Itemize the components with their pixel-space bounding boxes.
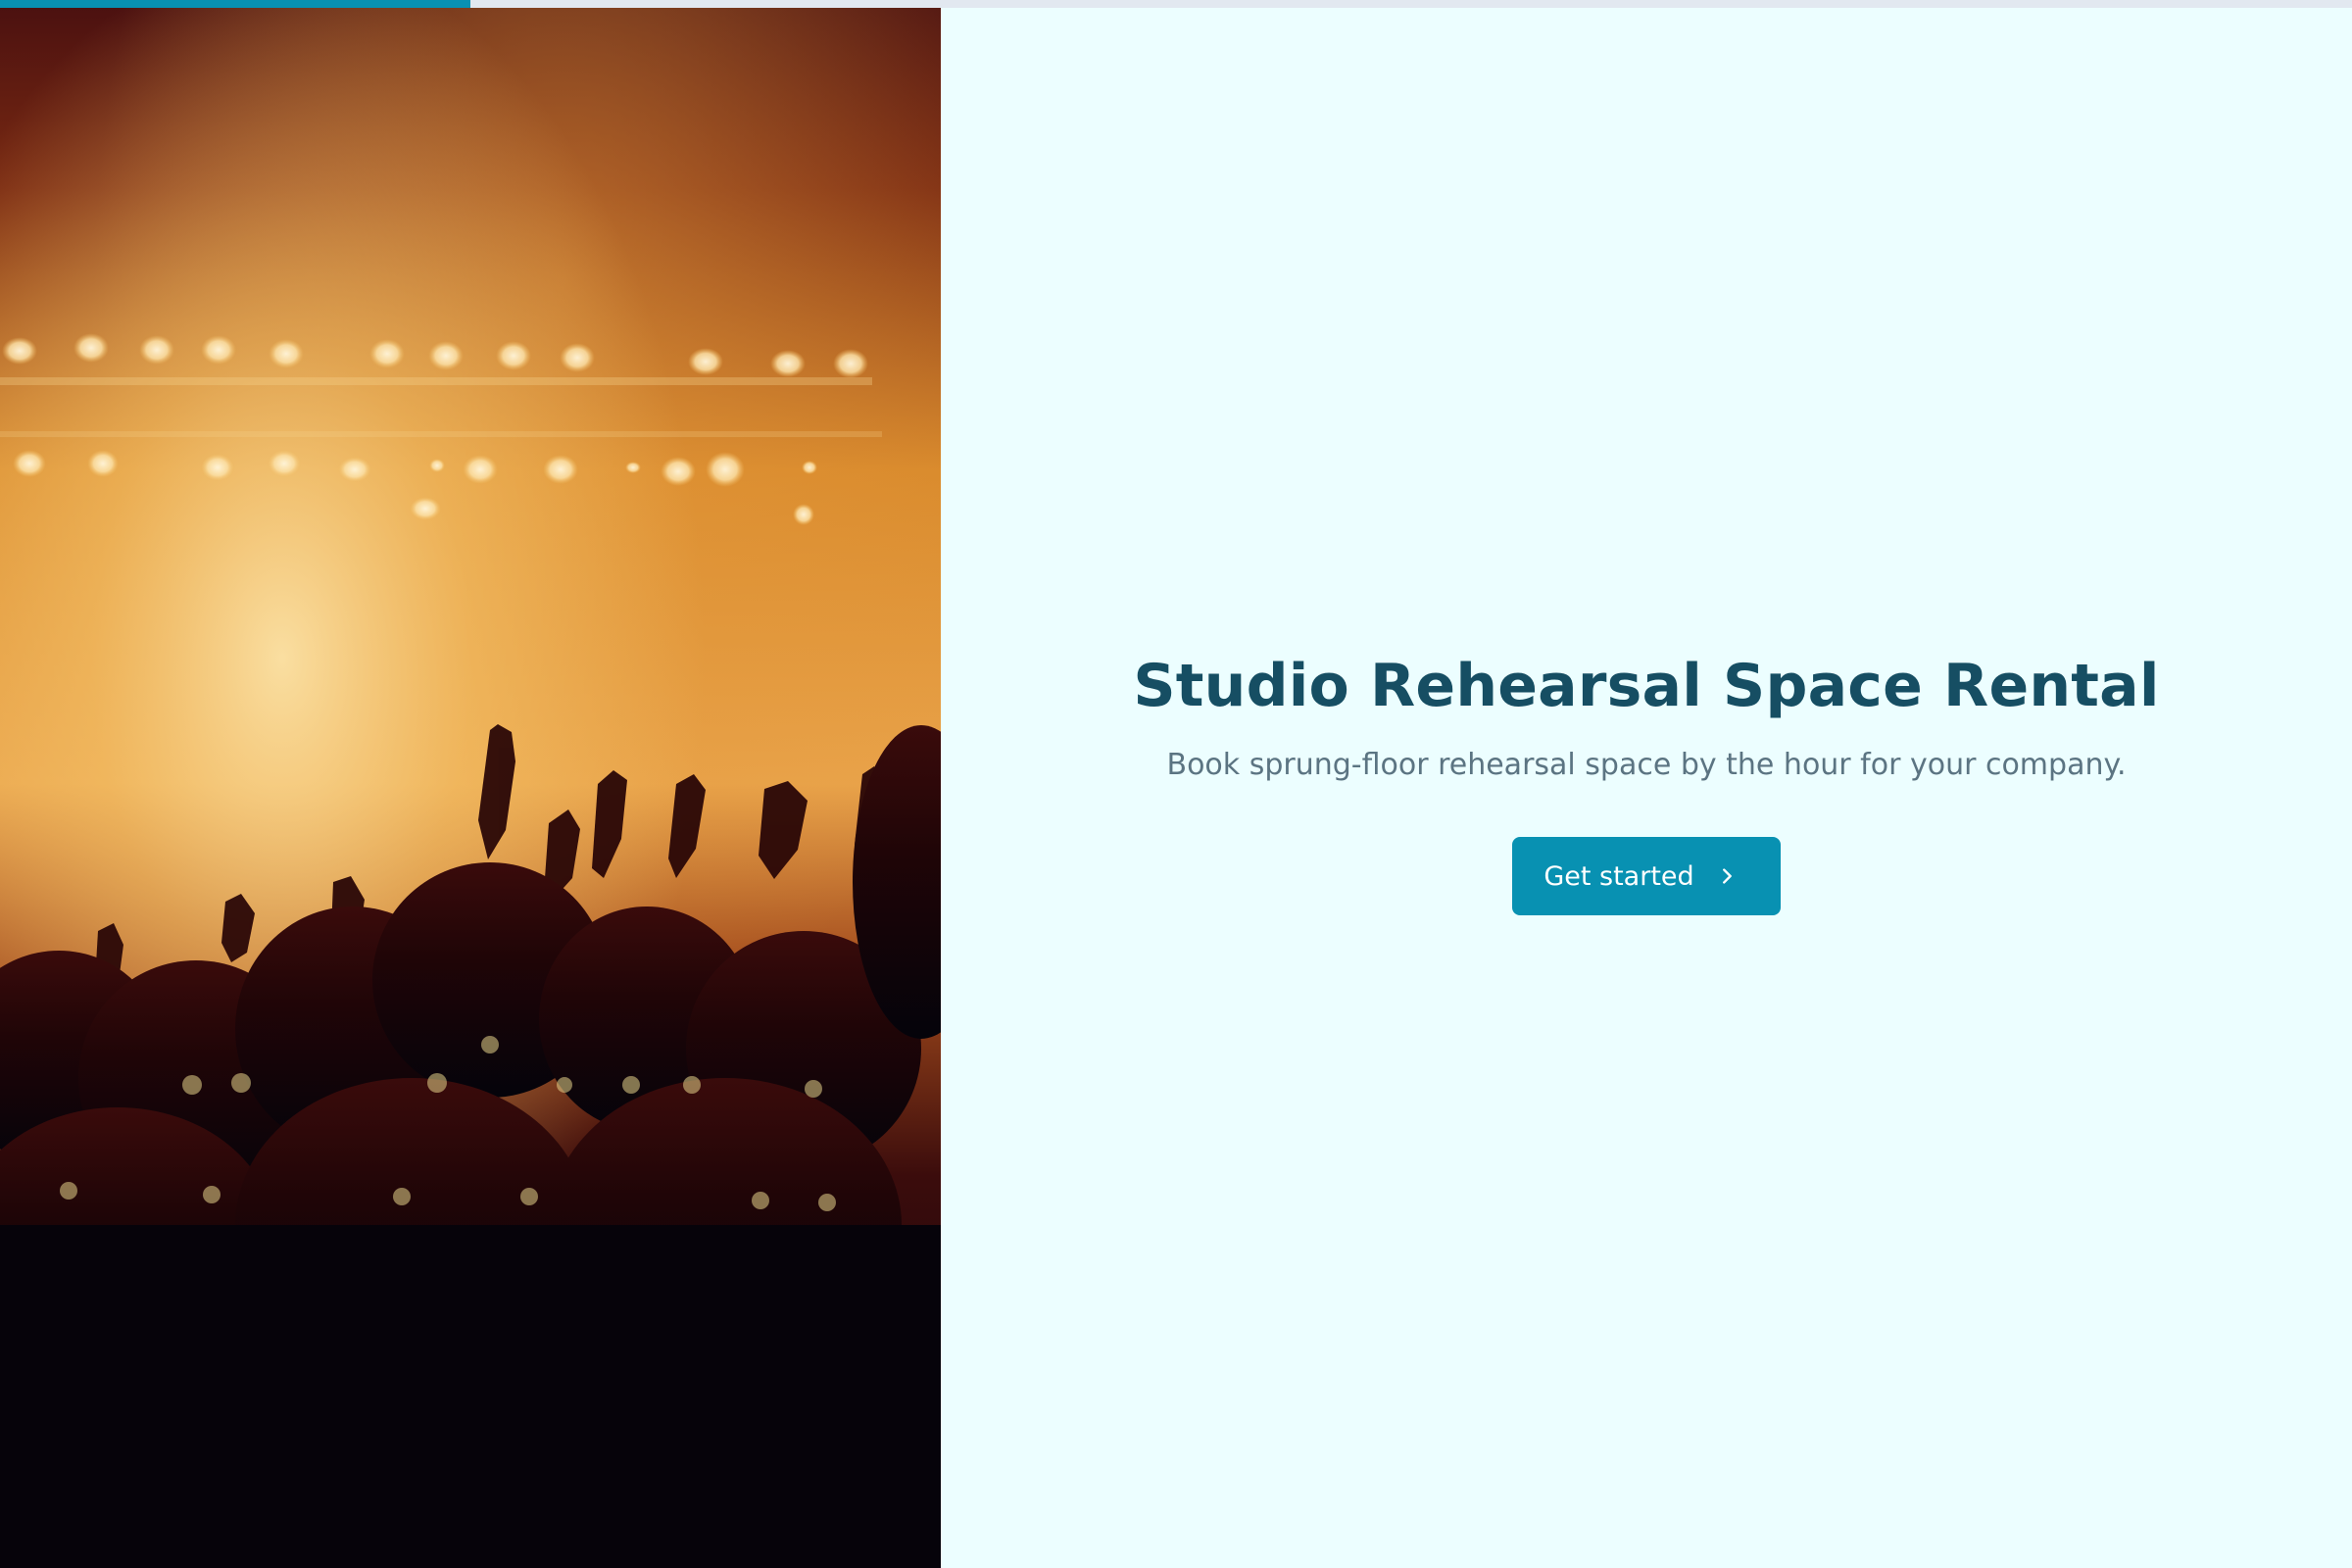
page-title: Studio Rehearsal Space Rental xyxy=(1133,652,2160,720)
get-started-button-label: Get started xyxy=(1544,860,1694,892)
progress-bar-fill xyxy=(0,0,470,8)
chevron-right-icon xyxy=(1716,865,1738,887)
hero-content-panel: Studio Rehearsal Space Rental Book sprun… xyxy=(941,0,2352,1568)
progress-bar xyxy=(0,0,2352,8)
page-subtitle: Book sprung-floor rehearsal space by the… xyxy=(1166,748,2127,782)
page-layout: Studio Rehearsal Space Rental Book sprun… xyxy=(0,0,2352,1568)
concert-crowd-photo xyxy=(0,0,941,1568)
get-started-button[interactable]: Get started xyxy=(1512,837,1781,915)
